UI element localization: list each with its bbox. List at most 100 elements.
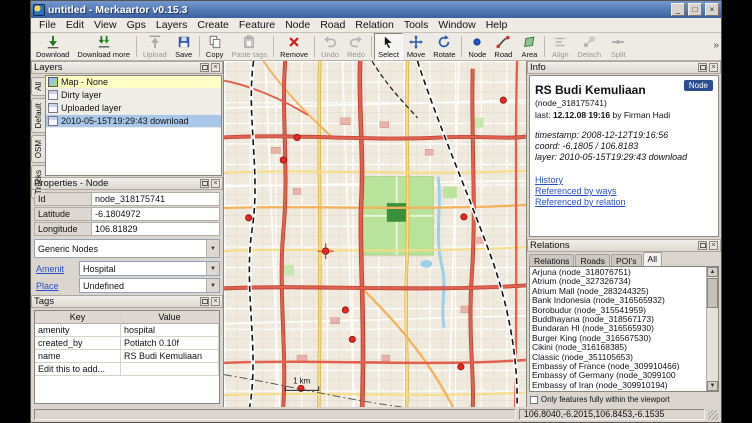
paste-tags-button[interactable]: Paste tags — [228, 33, 271, 60]
id-field[interactable]: node_318175741 — [92, 192, 220, 206]
layer-row-uploaded[interactable]: Uploaded layer — [46, 102, 221, 115]
tags-value-header[interactable]: Value — [121, 311, 219, 324]
scroll-down-icon[interactable]: ▼ — [707, 381, 718, 391]
menu-gps[interactable]: Gps — [122, 19, 151, 31]
list-item[interactable]: Borobudur (node_315541959) — [532, 306, 706, 315]
list-item[interactable]: Embassy of France (node_309910466) — [532, 362, 706, 371]
scrollbar-thumb[interactable] — [707, 278, 718, 308]
menu-feature[interactable]: Feature — [234, 19, 280, 31]
tab-relations[interactable]: Relations — [529, 254, 574, 266]
node-type-select[interactable]: Generic Nodes ▼ — [34, 239, 220, 258]
list-item[interactable]: Cikini (node_316168385) — [532, 343, 706, 352]
layers-tab-osm[interactable]: OSM — [31, 135, 45, 163]
move-tool-button[interactable]: Move — [403, 33, 429, 60]
dock-close-icon[interactable]: × — [211, 297, 220, 306]
properties-dock-titlebar[interactable]: Properties - Node × — [31, 177, 223, 190]
list-item[interactable]: Atrium (node_327326734) — [532, 277, 706, 286]
latitude-field[interactable]: -6.1804972 — [92, 207, 220, 221]
menu-file[interactable]: File — [34, 19, 61, 31]
tab-all[interactable]: All — [643, 252, 662, 266]
download-more-button[interactable]: Download more — [73, 33, 134, 60]
road-tool-button[interactable]: Road — [490, 33, 516, 60]
place-select[interactable]: Undefined ▼ — [79, 278, 220, 293]
menu-layers[interactable]: Layers — [151, 19, 193, 31]
upload-button[interactable]: Upload — [139, 33, 171, 60]
layer-row-map[interactable]: Map - None — [46, 76, 221, 89]
menu-help[interactable]: Help — [481, 19, 513, 31]
layer-row-dirty[interactable]: Dirty layer — [46, 89, 221, 102]
menu-window[interactable]: Window — [433, 19, 480, 31]
menu-relation[interactable]: Relation — [350, 19, 399, 31]
close-button[interactable]: × — [705, 3, 719, 16]
layer-row-download[interactable]: 2010-05-15T19:29:43 download — [46, 115, 221, 128]
scroll-up-icon[interactable]: ▲ — [707, 267, 718, 277]
menu-node[interactable]: Node — [280, 19, 315, 31]
dock-float-icon[interactable] — [698, 241, 707, 250]
amenity-select[interactable]: Hospital ▼ — [79, 261, 220, 276]
download-button[interactable]: Download — [32, 33, 73, 60]
dock-float-icon[interactable] — [200, 297, 209, 306]
dock-close-icon[interactable]: × — [709, 241, 718, 250]
detach-button[interactable]: Detach — [573, 33, 605, 60]
tags-dock-titlebar[interactable]: Tags × — [31, 295, 223, 308]
layers-dock-titlebar[interactable]: Layers × — [31, 61, 223, 74]
maximize-button[interactable]: □ — [688, 3, 702, 16]
area-tool-button[interactable]: Area — [516, 33, 542, 60]
dock-close-icon[interactable]: × — [211, 179, 220, 188]
list-item[interactable]: Bank Indonesia (node_316565932) — [532, 296, 706, 305]
list-item[interactable]: Bundaran HI (node_316565930) — [532, 324, 706, 333]
list-item[interactable]: Atrium Mall (node_283244325) — [532, 287, 706, 296]
referenced-by-relation-link[interactable]: Referenced by relation — [535, 197, 713, 208]
dock-float-icon[interactable] — [200, 63, 209, 72]
list-item[interactable]: Buddhayana (node_318567173) — [532, 315, 706, 324]
menu-tools[interactable]: Tools — [399, 19, 434, 31]
layers-tab-default[interactable]: Default — [31, 98, 45, 133]
align-button[interactable]: Align — [547, 33, 573, 60]
tag-key-cell[interactable]: name — [35, 350, 121, 363]
tab-pois[interactable]: POI's — [611, 254, 642, 266]
tag-value-cell[interactable]: hospital — [121, 324, 219, 337]
tag-add-cell[interactable]: Edit this to add... — [35, 363, 121, 376]
menu-view[interactable]: View — [89, 19, 122, 31]
menu-edit[interactable]: Edit — [61, 19, 89, 31]
remove-button[interactable]: Remove — [276, 33, 312, 60]
minimize-button[interactable]: _ — [671, 3, 685, 16]
dock-float-icon[interactable] — [698, 63, 707, 72]
list-item[interactable]: Embassy of Germany (node_3099100 — [532, 371, 706, 380]
save-button[interactable]: Save — [171, 33, 197, 60]
tag-value-cell[interactable]: Potlatch 0.10f — [121, 337, 219, 350]
list-item[interactable]: Burger King (node_316567530) — [532, 334, 706, 343]
layers-tab-all[interactable]: All — [31, 77, 45, 96]
list-item[interactable]: Embassy of Iran (node_309910194) — [532, 381, 706, 390]
tab-roads[interactable]: Roads — [575, 254, 610, 266]
amenity-link[interactable]: Amenit — [34, 264, 76, 274]
referenced-by-ways-link[interactable]: Referenced by ways — [535, 186, 713, 197]
scrollbar[interactable]: ▲ ▼ — [706, 267, 718, 391]
longitude-field[interactable]: 106.81829 — [92, 222, 220, 236]
list-item[interactable]: Arjuna (node_318076751) — [532, 268, 706, 277]
history-link[interactable]: History — [535, 175, 713, 186]
dock-close-icon[interactable]: × — [211, 63, 220, 72]
tags-key-header[interactable]: Key — [35, 311, 121, 324]
menu-create[interactable]: Create — [192, 19, 234, 31]
split-button[interactable]: Split — [605, 33, 631, 60]
copy-button[interactable]: Copy — [202, 33, 228, 60]
info-dock-titlebar[interactable]: Info × — [527, 61, 721, 74]
tag-key-cell[interactable]: amenity — [35, 324, 121, 337]
dock-close-icon[interactable]: × — [709, 63, 718, 72]
list-item[interactable]: Classic (node_351105653) — [532, 353, 706, 362]
tag-value-cell[interactable] — [121, 363, 219, 376]
place-link[interactable]: Place — [34, 281, 76, 291]
node-tool-button[interactable]: Node — [464, 33, 490, 60]
select-tool-button[interactable]: Select — [374, 33, 403, 60]
toolbar-overflow-chevron[interactable]: » — [713, 40, 719, 51]
dock-float-icon[interactable] — [200, 179, 209, 188]
undo-button[interactable]: Undo — [317, 33, 343, 60]
redo-button[interactable]: Redo — [343, 33, 369, 60]
menu-road[interactable]: Road — [315, 19, 350, 31]
map-canvas[interactable]: 1 km — [223, 61, 527, 407]
rotate-tool-button[interactable]: Rotate — [429, 33, 459, 60]
tag-key-cell[interactable]: created_by — [35, 337, 121, 350]
tag-value-cell[interactable]: RS Budi Kemuliaan — [121, 350, 219, 363]
resize-grip[interactable] — [708, 410, 718, 420]
